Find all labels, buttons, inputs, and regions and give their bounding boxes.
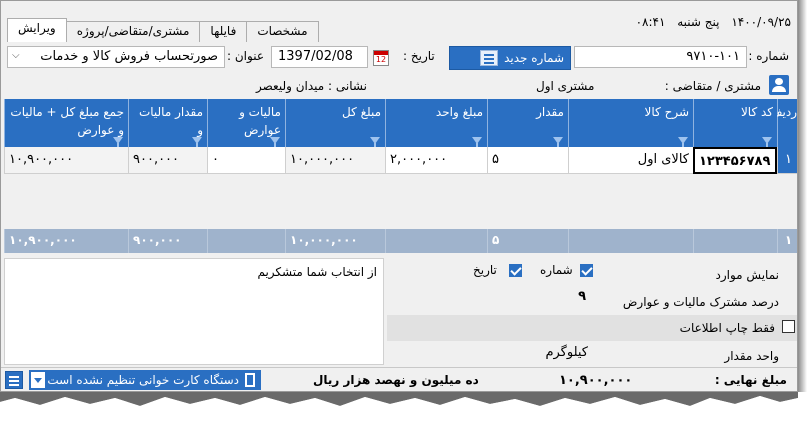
filter-icon[interactable] — [678, 137, 688, 148]
title-label: عنوان : — [227, 49, 264, 63]
show-date-checkbox[interactable] — [509, 264, 522, 277]
cell-tax[interactable]: ۰ — [207, 147, 285, 174]
col-row-no: ردیف — [770, 99, 797, 147]
weekday: پنج شنبه — [677, 15, 720, 29]
tab-properties[interactable]: مشخصات — [246, 21, 319, 42]
footer-row-no: ۱ — [777, 229, 797, 253]
show-date-label: تاریخ — [473, 263, 497, 277]
clock-display: ۱۴۰۰/۰۹/۲۵ پنج شنبه ۰۸:۴۱ — [628, 15, 791, 29]
cell-qty[interactable]: ۵ — [487, 147, 568, 174]
footer-desc — [568, 229, 693, 253]
tab-customer-project[interactable]: مشتری/متقاضی/پروژه — [65, 21, 201, 42]
show-number-label: شماره — [540, 263, 573, 277]
calendar-icon[interactable]: 12 — [373, 50, 389, 66]
chevron-down-icon: ⌵ — [12, 50, 20, 61]
number-field[interactable]: ۹۷۱۰-۱۰۱ — [574, 46, 747, 68]
grid-footer-totals: ۱ ۵ ۱۰,۰۰۰,۰۰۰ ۹۰۰,۰۰۰ ۱۰,۹۰۰,۰۰۰ — [4, 229, 797, 253]
footer-code — [693, 229, 777, 253]
final-amount: ۱۰,۹۰۰,۰۰۰ — [559, 373, 633, 388]
invoice-window: ۱۴۰۰/۰۹/۲۵ پنج شنبه ۰۸:۴۱ ویرایش مشتری/م… — [0, 0, 798, 392]
unit-field[interactable]: کیلوگرم — [445, 342, 595, 364]
chevron-down-icon[interactable] — [31, 372, 45, 388]
col-tax-amount[interactable]: مقدار مالیات و — [128, 99, 207, 148]
grid-empty-area[interactable] — [4, 174, 797, 229]
clock-time: ۰۸:۴۱ — [635, 15, 666, 29]
window-shadow — [798, 0, 807, 392]
torn-edge — [0, 392, 807, 423]
address-text: نشانی : میدان ولیعصر — [256, 79, 367, 93]
col-qty[interactable]: مقدار — [487, 99, 568, 148]
number-label: شماره : — [748, 49, 789, 63]
footer-unit-price — [385, 229, 487, 253]
card-reader-text: دستگاه کارت خوانی تنظیم نشده است — [47, 373, 239, 387]
amount-in-words: ده میلیون و نهصد هزار ریال — [313, 373, 479, 387]
date-field[interactable]: 1397/02/08 — [271, 46, 368, 68]
col-desc[interactable]: شرح کالا — [568, 99, 693, 148]
list-icon — [480, 50, 499, 66]
col-tax[interactable]: مالیات و عوارض — [207, 99, 285, 148]
items-grid: ردیف کد کالا شرح کالا مقدار مبلغ واحد مب… — [4, 99, 797, 253]
cell-code[interactable]: ۱۲۳۴۵۶۷۸۹ — [693, 147, 777, 174]
filter-icon[interactable] — [192, 137, 202, 148]
show-items-label: نمایش موارد — [715, 268, 780, 282]
title-select[interactable]: صورتحساب فروش کالا و خدمات ⌵ — [7, 46, 225, 68]
tax-percent-label: درصد مشترک مالیات و عوارض — [622, 295, 779, 309]
customer-label: مشتری / متقاضی : — [664, 79, 761, 93]
cell-row-no[interactable]: ۱ — [777, 147, 797, 174]
show-number-checkbox[interactable] — [580, 264, 593, 277]
col-grand-total-label: جمع مبلغ کل + مالیات و عوارض — [10, 105, 124, 137]
print-info-only-label: فقط چاپ اطلاعات — [679, 321, 775, 335]
filter-icon[interactable] — [762, 137, 772, 148]
col-tax-amount-label: مقدار مالیات و — [138, 105, 203, 137]
card-reader-select[interactable]: دستگاه کارت خوانی تنظیم نشده است — [29, 370, 261, 390]
filter-icon[interactable] — [472, 137, 482, 148]
col-code[interactable]: کد کالا — [693, 99, 777, 148]
col-unit-price-label: مبلغ واحد — [435, 105, 483, 119]
filter-icon[interactable] — [270, 137, 280, 148]
customer-value: مشتری اول — [536, 79, 595, 93]
settings-icon[interactable] — [5, 371, 23, 389]
col-tax-label: مالیات و عوارض — [239, 105, 281, 137]
customer-icon[interactable] — [769, 75, 789, 95]
footer-qty: ۵ — [487, 229, 568, 253]
date-top: ۱۴۰۰/۰۹/۲۵ — [731, 15, 791, 29]
notes-textarea[interactable]: از انتخاب شما متشکریم — [4, 258, 384, 365]
cell-tax-amount[interactable]: ۹۰۰,۰۰۰ — [128, 147, 207, 174]
tab-bar: ۱۴۰۰/۰۹/۲۵ پنج شنبه ۰۸:۴۱ ویرایش مشتری/م… — [1, 1, 797, 42]
filter-icon[interactable] — [370, 137, 380, 148]
title-select-value: صورتحساب فروش کالا و خدمات — [40, 49, 218, 64]
col-code-label: کد کالا — [740, 105, 773, 119]
col-total[interactable]: مبلغ کل — [285, 99, 385, 148]
filter-icon[interactable] — [553, 137, 563, 148]
col-qty-label: مقدار — [536, 105, 564, 119]
status-bar: دستگاه کارت خوانی تنظیم نشده است ده میلی… — [1, 367, 797, 391]
footer-grand-total: ۱۰,۹۰۰,۰۰۰ — [4, 229, 128, 253]
grid-header: ردیف کد کالا شرح کالا مقدار مبلغ واحد مب… — [4, 99, 797, 148]
tab-edit[interactable]: ویرایش — [7, 18, 67, 42]
card-reader-icon — [245, 373, 255, 387]
cell-total[interactable]: ۱۰,۰۰۰,۰۰۰ — [285, 147, 385, 174]
cell-grand-total[interactable]: ۱۰,۹۰۰,۰۰۰ — [4, 147, 128, 174]
cell-desc[interactable]: کالای اول — [568, 147, 693, 174]
options-panel: نمایش موارد شماره تاریخ درصد مشترک مالیا… — [387, 258, 797, 365]
footer-tax-amount: ۹۰۰,۰۰۰ — [128, 229, 207, 253]
date-label: تاریخ : — [403, 49, 435, 63]
new-number-button[interactable]: شماره جدید — [449, 46, 571, 70]
col-grand-total[interactable]: جمع مبلغ کل + مالیات و عوارض — [4, 99, 128, 148]
notes-text: از انتخاب شما متشکریم — [257, 265, 377, 279]
footer-tax — [207, 229, 285, 253]
col-unit-price[interactable]: مبلغ واحد — [385, 99, 487, 148]
table-row[interactable]: ۱ ۱۲۳۴۵۶۷۸۹ کالای اول ۵ ۲,۰۰۰,۰۰۰ ۱۰,۰۰۰… — [4, 147, 797, 174]
footer-total: ۱۰,۰۰۰,۰۰۰ — [285, 229, 385, 253]
filter-icon[interactable] — [113, 137, 123, 148]
print-info-only-checkbox[interactable] — [782, 320, 795, 333]
unit-label: واحد مقدار — [724, 349, 779, 363]
col-desc-label: شرح کالا — [644, 105, 689, 119]
tax-percent-field[interactable]: ۹ — [539, 286, 593, 308]
final-amount-label: مبلغ نهایی : — [714, 373, 787, 387]
col-total-label: مبلغ کل — [341, 105, 381, 119]
new-number-label: شماره جدید — [504, 51, 564, 65]
cell-unit-price[interactable]: ۲,۰۰۰,۰۰۰ — [385, 147, 487, 174]
tab-files[interactable]: فایلها — [199, 21, 248, 42]
